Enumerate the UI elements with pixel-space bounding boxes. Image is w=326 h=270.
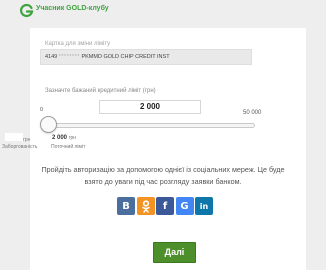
limit-slider-handle[interactable] <box>40 116 57 133</box>
card-name: PKMMD GOLD CHIP CREDIT INST <box>81 54 170 60</box>
vk-icon: B <box>122 200 130 212</box>
gold-club-title: Учасник GOLD-клубу <box>36 5 109 12</box>
current-limit-label: Поточний ліміт <box>51 144 86 150</box>
google-login-button[interactable]: G <box>175 197 194 215</box>
debt-value <box>5 133 23 141</box>
current-limit-unit: грн <box>68 135 77 141</box>
header: Учасник GOLD-клубу <box>0 0 326 26</box>
social-auth-text: Пройдіть авторизацію за допомогою однієї… <box>41 165 285 186</box>
limit-slider-track[interactable] <box>43 123 255 128</box>
card-number-prefix: 4149 <box>45 54 58 60</box>
slider-max-label: 50 000 <box>243 110 262 116</box>
current-limit-value: 2 000 грн <box>52 135 76 141</box>
linkedin-login-button[interactable]: in <box>195 197 213 215</box>
vk-login-button[interactable]: B <box>117 197 135 215</box>
odnoklassniki-icon <box>141 199 150 213</box>
facebook-icon: f <box>162 200 168 212</box>
slider-min-label: 0 <box>40 107 44 113</box>
debt-label: Заборгованість <box>2 144 38 150</box>
odnoklassniki-login-button[interactable] <box>136 197 155 215</box>
social-buttons: B f G in <box>117 197 215 216</box>
linkedin-icon: in <box>199 201 209 211</box>
facebook-login-button[interactable]: f <box>156 197 174 215</box>
google-icon: G <box>180 200 189 212</box>
gold-club-logo-icon <box>20 3 34 18</box>
current-limit-number: 2 000 <box>52 135 68 141</box>
card-number-mask: ******** <box>58 54 80 60</box>
card-label: Картка для зміни ліміту <box>45 41 111 47</box>
card-select[interactable]: 4149 ******** PKMMD GOLD CHIP CREDIT INS… <box>40 49 252 65</box>
debt-unit: грн <box>23 137 31 143</box>
limit-label: Зазначте бажаний кредитний ліміт (грн) <box>45 88 156 94</box>
limit-input[interactable]: 2 000 <box>99 100 201 114</box>
next-button[interactable]: Далі <box>153 242 196 263</box>
card-number: 4149 ******** PKMMD GOLD CHIP CREDIT INS… <box>45 54 170 60</box>
